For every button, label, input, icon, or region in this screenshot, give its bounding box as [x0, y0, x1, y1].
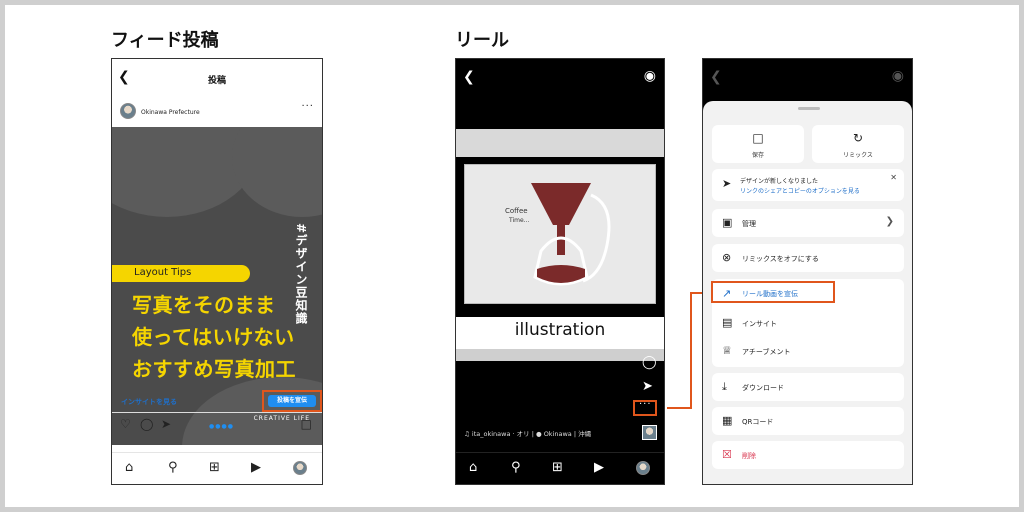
- download-label: ダウンロード: [742, 384, 784, 392]
- tip-label: Layout Tips: [134, 267, 192, 278]
- insights-item[interactable]: インサイト: [742, 319, 777, 329]
- audio-thumbnail[interactable]: [642, 425, 657, 440]
- camera-icon: ◉: [891, 68, 904, 84]
- reels-icon[interactable]: ▶: [251, 461, 261, 475]
- sheet-handle[interactable]: [798, 107, 820, 110]
- svg-text:Coffee: Coffee: [505, 207, 528, 215]
- trophy-icon: ♕: [722, 344, 732, 357]
- home-icon[interactable]: ⌂: [125, 461, 133, 475]
- send-icon: ➤: [722, 177, 732, 190]
- feed-section-title: フィード投稿: [111, 30, 219, 51]
- more-options-icon[interactable]: ···: [301, 101, 314, 112]
- back-icon[interactable]: ❮: [463, 69, 475, 85]
- search-icon[interactable]: ⚲: [168, 461, 178, 475]
- more-options-highlight: ···: [633, 399, 657, 416]
- save-button[interactable]: □ 保存: [712, 125, 804, 163]
- illustration-caption: illustration: [514, 320, 606, 340]
- qr-label: QRコード: [742, 418, 774, 426]
- reel-phone: ❮ ◉ Coffee Time... illustration ◯ ➤ ··· …: [455, 58, 665, 485]
- remix-off-label: リミックスをオフにする: [742, 255, 819, 263]
- send-icon[interactable]: ➤: [642, 379, 653, 394]
- reel-section-title: リール: [455, 30, 509, 51]
- trash-icon: ☒: [722, 448, 732, 461]
- reel-video[interactable]: Coffee Time...: [456, 157, 664, 317]
- download-item[interactable]: ⤓ ダウンロード: [712, 373, 904, 401]
- feed-header-title: 投稿: [207, 76, 226, 86]
- post-user-row: Okinawa Prefecture ···: [112, 99, 322, 127]
- achievements-item[interactable]: アチーブメント: [742, 347, 790, 357]
- connector-v: [690, 292, 692, 409]
- back-icon: ❮: [710, 69, 722, 85]
- reel-bottom-band: [456, 349, 664, 361]
- reel-meta[interactable]: ♫ ita_okinawa · オリ | ● Okinawa | 沖縄: [464, 428, 591, 438]
- view-insights-link[interactable]: インサイトを見る: [121, 397, 177, 407]
- circle-x-icon: ⊗: [722, 251, 732, 264]
- delete-label: 削除: [742, 452, 756, 460]
- profile-avatar[interactable]: [636, 461, 650, 475]
- feed-header: ❮ 投稿: [112, 59, 322, 99]
- save-label: 保存: [751, 152, 764, 159]
- profile-avatar[interactable]: [293, 461, 307, 475]
- notice-title: デザインが新しくなりました: [740, 178, 819, 185]
- promote-highlight: [711, 281, 835, 303]
- chevron-right-icon: ❯: [885, 216, 894, 227]
- promote-highlight: 投稿を宣伝: [262, 390, 322, 412]
- comment-icon[interactable]: ◯: [140, 417, 153, 431]
- remix-label: リミックス: [843, 152, 873, 159]
- headline-line-3: おすすめ写真加工: [132, 357, 296, 381]
- bar-chart-icon: ▤: [722, 316, 733, 329]
- search-icon[interactable]: ⚲: [511, 461, 521, 475]
- create-icon[interactable]: ⊞: [552, 461, 563, 475]
- manage-item[interactable]: ▣ 管理 ❯: [712, 209, 904, 237]
- bottom-nav: ⌂ ⚲ ⊞ ▶: [456, 452, 664, 484]
- coffee-illustration: Coffee Time...: [464, 164, 656, 304]
- qr-item[interactable]: ▦ QRコード: [712, 407, 904, 435]
- headline-line-2: 使ってはいけない: [132, 325, 295, 349]
- connector-h1: [667, 407, 691, 409]
- manage-label: 管理: [742, 220, 756, 228]
- svg-text:Time...: Time...: [508, 217, 529, 224]
- delete-item[interactable]: ☒ 削除: [712, 441, 904, 469]
- illustration-caption-band: illustration: [456, 317, 664, 349]
- heart-icon[interactable]: ♡: [120, 417, 131, 431]
- remix-off-item[interactable]: ⊗ リミックスをオフにする: [712, 244, 904, 272]
- home-icon[interactable]: ⌂: [469, 461, 477, 475]
- remix-icon: ↻: [852, 131, 864, 145]
- reels-icon[interactable]: ▶: [594, 461, 604, 475]
- reel-top-band: [456, 129, 664, 157]
- headline-line-1: 写真をそのまま: [132, 293, 276, 317]
- camera-icon[interactable]: ◉: [644, 68, 656, 84]
- notice-card: ➤ デザインが新しくなりました リンクのシェアとコピーのオプションを見る ✕: [712, 169, 904, 201]
- options-sheet: □ 保存 ↻ リミックス ➤ デザインが新しくなりました リンクのシェアとコピー…: [703, 101, 912, 484]
- promote-post-button[interactable]: 投稿を宣伝: [268, 395, 316, 407]
- remix-button[interactable]: ↻ リミックス: [812, 125, 904, 163]
- bottom-nav: ⌂ ⚲ ⊞ ▶: [112, 452, 322, 484]
- reel-options-phone: ❮ ◉ □ 保存 ↻ リミックス ➤ デザインが新しくなりました リンクのシェア…: [702, 58, 913, 485]
- create-icon[interactable]: ⊞: [209, 461, 220, 475]
- notice-link[interactable]: リンクのシェアとコピーのオプションを見る: [740, 186, 860, 195]
- bookmark-icon[interactable]: □: [301, 417, 312, 431]
- more-options-icon[interactable]: ···: [639, 399, 652, 410]
- calendar-icon: ▣: [722, 216, 733, 229]
- vertical-hashtag: #デザイン豆知識: [294, 223, 308, 326]
- comment-icon[interactable]: ◯: [642, 355, 657, 370]
- avatar[interactable]: [120, 103, 136, 119]
- post-username[interactable]: Okinawa Prefecture: [141, 109, 200, 116]
- qr-code-icon: ▦: [722, 414, 733, 427]
- download-icon: ⤓: [722, 380, 727, 393]
- post-actions: ♡ ◯ ➤ ●●●● □: [112, 417, 322, 433]
- feed-phone: ❮ 投稿 Okinawa Prefecture ··· #デザイン豆知識 Lay…: [111, 58, 323, 485]
- send-icon[interactable]: ➤: [161, 417, 171, 431]
- close-icon[interactable]: ✕: [890, 173, 897, 182]
- carousel-dots: ●●●●: [209, 423, 234, 430]
- bookmark-icon: □: [752, 131, 764, 145]
